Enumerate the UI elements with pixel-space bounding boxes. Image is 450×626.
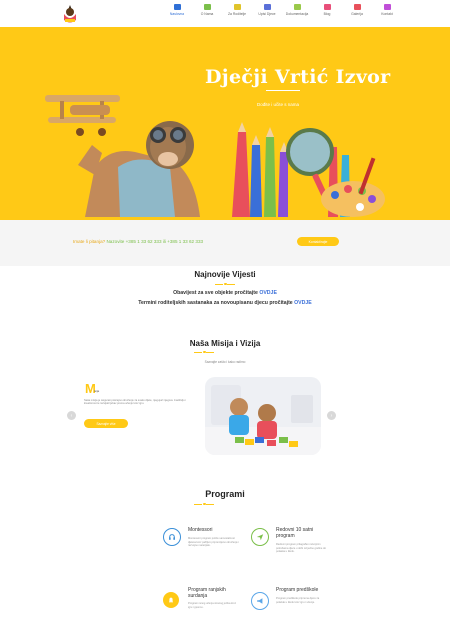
mission-more-button[interactable]: Saznajte više — [84, 419, 128, 428]
news-link-1[interactable]: OVDJE — [259, 290, 277, 296]
nav-label: O Nama — [200, 12, 214, 16]
hero-title: Dječji Vrtić Izvor — [205, 66, 391, 88]
program-title[interactable]: Redovni 10 satni program — [276, 527, 326, 539]
programs-divider — [194, 502, 214, 506]
news-line-2-text: Termini roditeljskih sastanaka za novoup… — [138, 300, 293, 306]
form-icon — [263, 4, 271, 10]
home-icon — [173, 4, 181, 10]
mission-subtitle: Saznajte zašto i kako radimo — [204, 360, 246, 364]
main-nav: Naslovna O Nama Za Roditelje Upisi Djece… — [162, 4, 402, 16]
contact-or: ili — [162, 239, 166, 244]
nav-label: Blog — [323, 12, 331, 16]
contact-strip: Imate li pitanja? Nazovite +385 1 33 62 … — [0, 220, 450, 266]
nav-label: Galerija — [351, 12, 363, 16]
nav-label: Kontakt — [381, 12, 393, 16]
carousel-next-button[interactable]: › — [327, 411, 336, 420]
site-header: Naslovna O Nama Za Roditelje Upisi Djece… — [0, 0, 450, 27]
program-redovni-icon-wrap — [251, 528, 269, 546]
send-icon — [256, 534, 264, 541]
program-desc: Redovni program prilagođen razvojnim pot… — [276, 543, 326, 554]
program-predskola-icon-wrap — [251, 592, 269, 610]
program-title[interactable]: Montessori — [188, 527, 248, 534]
nav-item-dokumentacija[interactable]: Dokumentacija — [282, 4, 312, 16]
news-line-1-text: Obavijest za sve objekte pročitajte — [173, 290, 258, 296]
bell-icon — [169, 597, 173, 603]
program-desc: Montessori program potiče samostalnost d… — [188, 537, 240, 548]
nav-item-o-nama[interactable]: O Nama — [192, 4, 222, 16]
nav-item-blog[interactable]: Blog — [312, 4, 342, 16]
logo-icon[interactable] — [60, 2, 80, 26]
kids-playing-image — [205, 377, 321, 455]
gallery-icon — [353, 4, 361, 10]
nav-item-kontakt[interactable]: Kontakt — [372, 4, 402, 16]
program-title[interactable]: Program predškole — [276, 587, 332, 594]
toy-airplane-icon — [45, 95, 120, 136]
news-divider — [215, 282, 235, 286]
contact-call: Nazovite — [106, 239, 125, 244]
programs-title: Programi — [205, 489, 245, 499]
contact-button[interactable]: Kontaktirajte — [297, 237, 339, 246]
users-icon — [233, 4, 241, 10]
carousel-prev-button[interactable]: ‹ — [67, 411, 76, 420]
nav-item-galerija[interactable]: Galerija — [342, 4, 372, 16]
hero-underline — [266, 90, 300, 92]
nav-label: Upisi Djece — [258, 12, 276, 16]
nav-item-naslovna[interactable]: Naslovna — [162, 4, 192, 16]
nav-item-upisi[interactable]: Upisi Djece — [252, 4, 282, 16]
mission-photo — [205, 377, 321, 455]
contact-question: Imate li pitanja? — [73, 239, 106, 244]
blog-icon — [323, 4, 331, 10]
nav-label: Naslovna — [169, 12, 185, 16]
document-icon — [293, 4, 301, 10]
news-link-2[interactable]: OVDJE — [294, 300, 312, 306]
program-title[interactable]: Program ranjskih surdanja — [188, 587, 244, 599]
hero-banner: Dječji Vrtić Izvor Dođite i učite s nama — [0, 27, 450, 220]
contact-icon — [383, 4, 391, 10]
phone-link-1[interactable]: +385 1 33 62 333 — [126, 239, 162, 244]
news-title: Najnovije Vijesti — [194, 270, 256, 279]
nav-item-za-roditelje[interactable]: Za Roditelje — [222, 4, 252, 16]
nav-label: Za Roditelje — [227, 12, 247, 16]
contact-text: Imate li pitanja? Nazovite +385 1 33 62 … — [73, 239, 203, 244]
headset-icon — [169, 534, 175, 540]
hero-subtitle: Dođite i učite s nama — [257, 102, 300, 107]
program-jezik-icon-wrap — [163, 592, 179, 608]
megaphone-icon — [257, 598, 263, 604]
mission-divider — [194, 350, 214, 354]
child-pilot-icon — [78, 121, 200, 217]
phone-link-2[interactable]: +385 1 33 62 333 — [167, 239, 203, 244]
program-montessori-icon-wrap — [163, 528, 181, 546]
mission-text: Naša misija je osigurati poticajno okruž… — [84, 399, 186, 406]
program-desc: Program ranog učenja stranog jezika kroz… — [188, 602, 237, 609]
hero-illustration — [45, 95, 385, 217]
mission-card-subtitle: isija — [94, 389, 100, 393]
program-desc: Program predškole priprema djecu za pola… — [276, 597, 320, 604]
mission-title: Naša Misija i Vizija — [189, 339, 261, 348]
news-line-1: Obavijest za sve objekte pročitajte OVDJ… — [0, 290, 450, 296]
news-line-2: Termini roditeljskih sastanaka za novoup… — [0, 300, 450, 306]
nav-label: Dokumentacija — [285, 12, 309, 16]
book-icon — [203, 4, 211, 10]
